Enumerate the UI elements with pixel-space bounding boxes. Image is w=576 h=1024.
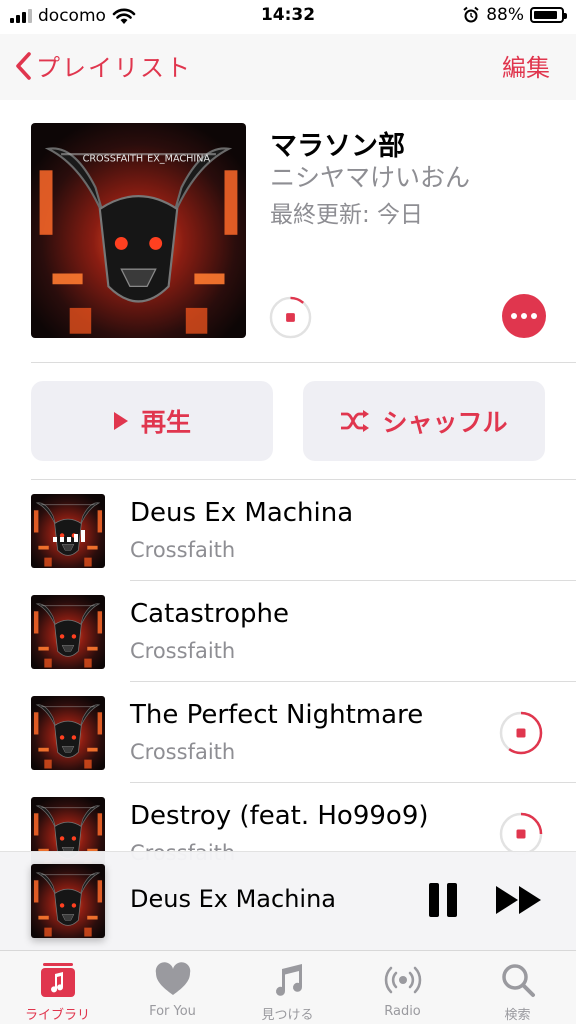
tab-label: Radio [384, 1004, 421, 1019]
play-icon [113, 412, 128, 430]
tab-for-you[interactable]: For You [115, 951, 230, 1024]
music-note-icon [276, 964, 303, 996]
pause-button[interactable] [426, 883, 460, 917]
tab-browse[interactable]: 見つける [230, 951, 345, 1024]
artwork-label-right: EX_MACHINA [147, 154, 210, 165]
album-art-image [31, 696, 105, 770]
shuffle-button[interactable]: シャッフル [303, 381, 545, 461]
search-icon [502, 964, 535, 997]
track-title: Deus Ex Machina [130, 498, 354, 528]
album-art-image [31, 864, 105, 938]
header-divider [31, 362, 576, 363]
pause-icon [429, 883, 439, 917]
pause-icon [447, 883, 457, 917]
shuffle-icon [341, 410, 370, 432]
track-artist: Crossfaith [130, 639, 236, 663]
tab-library[interactable]: ライブラリ [0, 951, 115, 1024]
chevron-left-icon [16, 51, 31, 80]
library-icon [41, 963, 75, 997]
play-button[interactable]: 再生 [31, 381, 273, 461]
battery-level [534, 11, 557, 19]
heart-icon [155, 962, 191, 995]
navigation-bar: プレイリスト 編集 [0, 34, 576, 100]
mini-player-artwork [31, 864, 105, 938]
track-row[interactable]: Deus Ex Machina Crossfaith [0, 480, 576, 581]
track-artist: Crossfaith [130, 538, 236, 562]
radio-icon [384, 966, 422, 994]
track-title: The Perfect Nightmare [130, 700, 424, 730]
playlist-curator: ニシヤマけいおん [270, 163, 471, 192]
back-button[interactable]: プレイリスト [14, 48, 192, 83]
tab-search[interactable]: 検索 [460, 951, 575, 1024]
album-art-image [31, 595, 105, 669]
edit-button[interactable]: 編集 [502, 48, 550, 83]
more-dot-icon [511, 313, 517, 319]
battery-icon [530, 7, 567, 23]
artwork-label-left: CROSSFAITH [83, 154, 144, 165]
playlist-updated: 最終更新: 今日 [270, 202, 424, 228]
alarm-clock-icon [463, 6, 479, 23]
download-progress-icon[interactable] [268, 295, 313, 340]
fast-forward-button[interactable] [494, 884, 544, 916]
more-dot-icon [521, 313, 527, 319]
tab-label: For You [149, 1004, 196, 1019]
tab-label: ライブラリ [24, 1008, 90, 1023]
track-title: Destroy (feat. Ho99o9) [130, 801, 429, 831]
track-artist: Crossfaith [130, 740, 236, 764]
more-options-button[interactable] [502, 294, 546, 338]
track-title: Catastrophe [130, 599, 289, 629]
now-playing-equalizer-icon [53, 528, 85, 542]
track-artwork [31, 696, 105, 770]
album-art-image: CROSSFAITH EX_MACHINA [31, 123, 246, 338]
play-button-label: 再生 [140, 408, 191, 437]
tab-radio[interactable]: Radio [345, 951, 460, 1024]
shuffle-button-label: シャッフル [382, 408, 508, 437]
status-bar: docomo 14:32 88% [0, 0, 576, 34]
download-progress-icon[interactable] [498, 710, 544, 756]
tab-bar: ライブラリ For You 見つける Radio 検索 [0, 950, 576, 1024]
tab-label: 検索 [504, 1008, 531, 1023]
track-row[interactable]: Catastrophe Crossfaith [0, 581, 576, 682]
track-artwork [31, 494, 105, 568]
track-artwork [31, 595, 105, 669]
mini-player-title: Deus Ex Machina [130, 885, 336, 913]
mini-player[interactable]: Deus Ex Machina [0, 851, 576, 950]
playlist-artwork: CROSSFAITH EX_MACHINA [31, 123, 246, 338]
tab-label: 見つける [261, 1008, 314, 1023]
track-row[interactable]: The Perfect Nightmare Crossfaith [0, 682, 576, 783]
back-button-label: プレイリスト [36, 54, 192, 82]
battery-percent: 88% [486, 5, 524, 25]
status-right: 88% [462, 5, 567, 25]
more-dot-icon [531, 313, 537, 319]
